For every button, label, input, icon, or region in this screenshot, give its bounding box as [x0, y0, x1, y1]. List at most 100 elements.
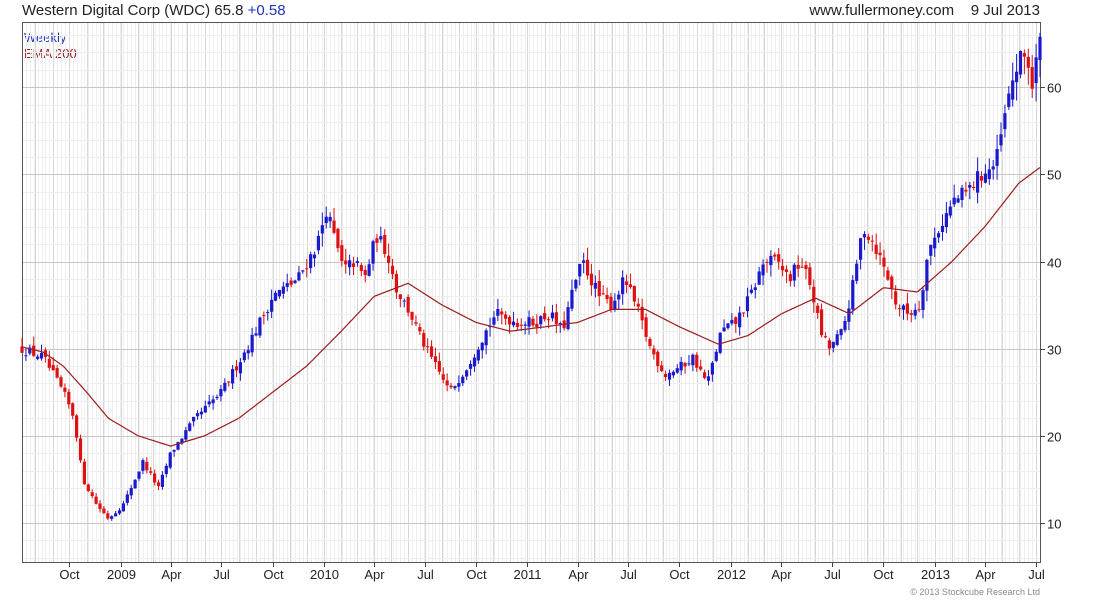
candle-body — [894, 291, 898, 305]
candle-body — [110, 516, 114, 519]
candle-body — [36, 356, 40, 359]
candle-body — [621, 277, 625, 295]
candle-body — [199, 411, 204, 415]
candle-body — [574, 279, 578, 289]
candle-body — [624, 281, 629, 285]
candle-body — [149, 471, 153, 473]
candle-body — [800, 266, 804, 268]
candle-body — [652, 348, 656, 355]
candle-body — [886, 270, 890, 280]
candle-body — [418, 327, 422, 332]
candle-body — [332, 220, 336, 233]
candle-body — [117, 510, 122, 514]
candle-body — [133, 479, 137, 489]
candle-body — [753, 287, 757, 290]
price-chart: 102030405060 Oct 2009 Apr Jul Oct 2010 Apr Jul O… — [20, 22, 1061, 582]
candle-body — [597, 281, 601, 297]
plot-frame — [22, 22, 1041, 563]
candle-body — [628, 284, 633, 288]
candle-body — [453, 386, 457, 389]
candle-body — [749, 289, 753, 293]
candle-body — [231, 369, 235, 384]
candle-body — [843, 321, 847, 331]
candle-body — [344, 260, 348, 265]
candle-body — [921, 290, 925, 310]
candle-body — [917, 309, 921, 311]
candle-body — [468, 363, 473, 369]
candle-body — [1034, 57, 1038, 84]
candle-body — [702, 372, 707, 378]
candle-body — [414, 322, 418, 324]
x-tick-label: Jul — [824, 567, 841, 582]
candle-body — [890, 276, 894, 288]
candle-body — [320, 225, 324, 234]
candle-body — [531, 318, 535, 326]
candle-body — [500, 311, 504, 315]
y-tick-label: 30 — [1047, 343, 1061, 358]
candle-body — [297, 272, 301, 281]
candle-body — [515, 322, 519, 327]
candle-body — [129, 488, 133, 496]
candle-body — [582, 260, 586, 263]
candle-body — [375, 238, 379, 243]
candle-body — [277, 289, 282, 297]
candle-body — [305, 268, 309, 270]
candle-body — [773, 254, 777, 257]
candle-body — [901, 305, 906, 310]
candle-body — [757, 271, 761, 285]
candle-body — [730, 320, 734, 324]
x-tick-label: Oct — [669, 567, 690, 582]
candle-body — [504, 314, 508, 319]
candle-body — [363, 269, 367, 276]
candle-body — [266, 312, 270, 314]
candle-body — [960, 187, 964, 201]
candle-body — [648, 339, 652, 347]
candle-body — [324, 216, 328, 224]
candle-body — [632, 285, 636, 302]
candle-body — [55, 367, 59, 378]
candle-body — [987, 169, 991, 180]
candle-body — [539, 316, 543, 325]
candle-body — [851, 280, 855, 310]
candle-body — [956, 198, 960, 203]
candle-body — [207, 401, 211, 405]
x-tick-label: Apr — [568, 567, 589, 582]
candle-body — [706, 376, 711, 381]
candle-body — [1011, 80, 1015, 100]
candle-body — [1007, 93, 1011, 107]
x-tick-label: Jul — [620, 567, 637, 582]
candle-body — [78, 438, 83, 461]
candle-body — [63, 387, 67, 392]
candle-body — [788, 274, 792, 282]
candle-body — [293, 280, 297, 284]
candle-body — [238, 362, 243, 374]
candle-body — [656, 351, 660, 366]
candle-body — [106, 513, 110, 519]
x-tick-label: Apr — [364, 567, 385, 582]
candle-body — [156, 482, 161, 487]
x-tick-label: Apr — [771, 567, 792, 582]
candle-body — [39, 352, 44, 359]
candle-body — [242, 352, 246, 361]
candle-body — [983, 173, 987, 183]
candle-body — [121, 503, 126, 512]
candle-body — [761, 264, 765, 276]
candle-body — [933, 237, 937, 249]
candle-body — [897, 308, 902, 310]
candle-body — [671, 371, 675, 376]
candle-body — [188, 423, 192, 431]
candle-body — [823, 336, 828, 338]
candle-body — [367, 264, 371, 276]
candle-body — [410, 311, 414, 320]
candle-body — [402, 300, 406, 302]
candle-body — [710, 362, 714, 375]
candle-body — [457, 383, 461, 387]
candle-body — [991, 166, 995, 170]
candle-body — [593, 282, 597, 289]
candle-body — [769, 255, 773, 266]
candle-body — [137, 471, 141, 479]
candle-body — [340, 245, 344, 261]
candle-body — [999, 134, 1003, 146]
candle-body — [979, 176, 984, 181]
candle-body — [660, 365, 664, 372]
